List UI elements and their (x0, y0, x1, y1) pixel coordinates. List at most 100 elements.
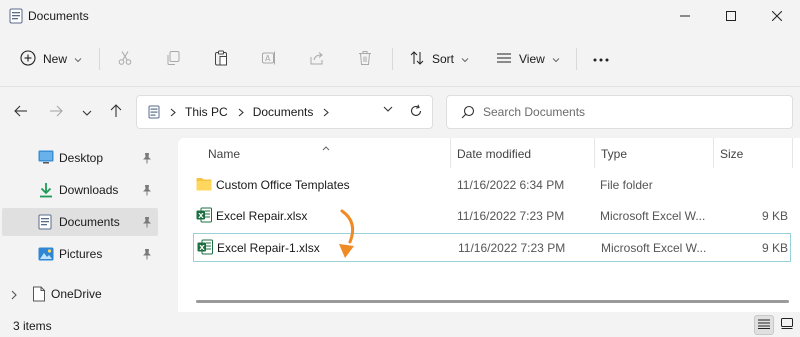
paste-button[interactable] (213, 40, 229, 78)
sort-ascending-icon (322, 140, 330, 154)
sidebar-item-label: Downloads (59, 183, 119, 197)
breadcrumb-separator-icon (170, 108, 176, 117)
excel-icon: X (196, 207, 212, 226)
back-button[interactable] (10, 101, 32, 123)
delete-icon (357, 50, 373, 69)
sort-label: Sort (432, 52, 455, 66)
recent-locations-button[interactable] (76, 101, 98, 123)
this-pc-location-icon (148, 105, 160, 119)
sidebar-item-label: Pictures (59, 247, 103, 261)
file-date-modified: 11/16/2022 7:23 PM (458, 241, 566, 255)
forward-button[interactable] (45, 101, 67, 123)
toolbar-separator-line (0, 86, 800, 87)
sidebar-item-desktop[interactable]: Desktop (2, 144, 158, 172)
sidebar-item-label: Documents (59, 215, 120, 229)
tiles-view-icon (781, 318, 793, 332)
address-dropdown-button[interactable] (383, 106, 393, 112)
sort-button[interactable]: Sort (409, 40, 469, 78)
maximize-button[interactable] (708, 0, 754, 32)
copy-button[interactable] (165, 40, 181, 78)
toolbar-divider (99, 48, 100, 70)
cut-icon (117, 50, 133, 69)
close-button[interactable] (754, 0, 800, 32)
copy-icon (165, 50, 181, 69)
breadcrumb-separator-icon (238, 108, 244, 117)
table-row[interactable]: X Excel Repair-1.xlsx 11/16/2022 7:23 PM… (193, 233, 791, 262)
column-divider[interactable] (450, 138, 451, 168)
refresh-button[interactable] (409, 104, 423, 118)
column-header-name[interactable]: Name (208, 147, 240, 161)
file-name: Excel Repair.xlsx (216, 209, 308, 223)
orange-arrow-annotation (328, 208, 362, 263)
details-view-button[interactable] (754, 315, 774, 335)
svg-text:A: A (265, 54, 271, 63)
rename-button[interactable]: A (261, 40, 277, 78)
sidebar-item-downloads[interactable]: Downloads (2, 176, 158, 204)
status-bar: 3 items (0, 312, 800, 337)
navigation-bar: This PC Documents (0, 92, 800, 132)
table-row[interactable]: Custom Office Templates 11/16/2022 6:34 … (194, 171, 790, 199)
search-box[interactable] (446, 95, 793, 129)
file-type: File folder (600, 178, 653, 192)
chevron-down-icon (461, 52, 469, 66)
address-bar[interactable]: This PC Documents (136, 95, 433, 129)
search-icon (461, 105, 475, 119)
view-list-icon (496, 50, 512, 69)
file-name: Custom Office Templates (216, 178, 350, 192)
column-divider[interactable] (792, 138, 793, 168)
chevron-down-icon (82, 105, 92, 119)
sidebar-item-onedrive[interactable]: OneDrive (2, 280, 158, 308)
up-button[interactable] (105, 101, 127, 123)
sidebar-item-documents[interactable]: Documents (2, 208, 158, 236)
large-icons-view-button[interactable] (777, 315, 797, 335)
chevron-right-icon[interactable] (11, 289, 17, 303)
delete-button[interactable] (357, 40, 373, 78)
sidebar-item-label: Desktop (59, 151, 104, 165)
table-row[interactable]: X Excel Repair.xlsx 11/16/2022 7:23 PM M… (194, 202, 790, 230)
pictures-icon (38, 246, 54, 265)
column-header-type[interactable]: Type (601, 147, 627, 161)
command-bar: New A Sort View (0, 40, 800, 78)
sort-icon (409, 50, 425, 69)
new-label: New (43, 52, 68, 66)
minimize-button[interactable] (662, 0, 708, 32)
search-input[interactable] (483, 105, 773, 119)
cut-button[interactable] (117, 40, 133, 78)
sidebar-item-pictures[interactable]: Pictures (2, 240, 158, 268)
file-explorer-icon (9, 8, 23, 27)
more-options-button[interactable] (592, 40, 610, 78)
onedrive-icon (32, 286, 46, 305)
view-label: View (519, 52, 545, 66)
share-icon (309, 50, 325, 69)
column-divider[interactable] (594, 138, 595, 168)
breadcrumb-documents[interactable]: Documents (253, 105, 314, 119)
pin-icon (142, 216, 152, 231)
arrow-up-icon (110, 103, 122, 121)
details-view-icon (758, 318, 770, 332)
svg-text:X: X (199, 244, 205, 252)
file-date-modified: 11/16/2022 6:34 PM (457, 178, 565, 192)
pin-icon (142, 152, 152, 167)
documents-icon (38, 214, 52, 233)
column-header-size[interactable]: Size (720, 147, 743, 161)
plus-circle-icon (20, 49, 36, 69)
excel-icon: X (197, 239, 213, 258)
pin-icon (142, 184, 152, 199)
pin-icon (142, 248, 152, 263)
downloads-icon (38, 182, 54, 201)
breadcrumb-this-pc[interactable]: This PC (185, 105, 228, 119)
file-name: Excel Repair-1.xlsx (217, 241, 320, 255)
arrow-right-icon (49, 105, 63, 120)
toolbar-divider (576, 48, 577, 70)
breadcrumb-separator-icon (323, 108, 330, 117)
paste-icon (213, 50, 229, 69)
view-button[interactable]: View (496, 40, 560, 78)
column-header-date-modified[interactable]: Date modified (457, 147, 531, 161)
new-button[interactable]: New (20, 40, 82, 78)
share-button[interactable] (309, 40, 325, 78)
column-divider[interactable] (713, 138, 714, 168)
window-title: Documents (28, 9, 89, 23)
horizontal-scrollbar[interactable] (196, 300, 789, 303)
file-size: 9 KB (761, 209, 788, 223)
file-size: 9 KB (761, 241, 788, 255)
